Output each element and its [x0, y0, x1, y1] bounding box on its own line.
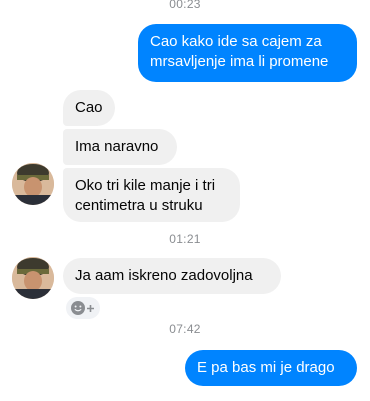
avatar-image	[12, 257, 54, 299]
outgoing-message[interactable]: Cao kako ide sa cajem za mrsavljenje ima…	[138, 24, 357, 82]
message-line: Cao kako ide sa cajem za	[150, 33, 322, 50]
timestamp: 01:21	[169, 232, 201, 246]
avatar-image	[12, 163, 54, 205]
smiley-icon	[71, 301, 85, 315]
timestamp: 07:42	[169, 322, 201, 336]
incoming-message[interactable]: Oko tri kile manje i tri centimetra u st…	[63, 168, 240, 222]
incoming-message[interactable]: Cao	[63, 90, 115, 126]
plus-icon	[87, 304, 94, 312]
message-line: centimetra u struku	[75, 197, 203, 214]
message-line: Cao	[75, 99, 103, 116]
message-line: E pa bas mi je drago	[197, 359, 335, 376]
contact-avatar[interactable]	[12, 163, 54, 205]
timestamp-top: 00:23	[169, 0, 201, 11]
message-line: Ja aam iskreno zadovoljna	[75, 267, 253, 284]
outgoing-message[interactable]: E pa bas mi je drago	[185, 350, 357, 386]
message-line: Ima naravno	[75, 138, 159, 155]
incoming-message[interactable]: Ja aam iskreno zadovoljna	[63, 258, 281, 294]
add-reaction-button[interactable]	[66, 297, 100, 319]
contact-avatar[interactable]	[12, 257, 54, 299]
message-line: mrsavljenje ima li promene	[150, 53, 329, 70]
message-line: Oko tri kile manje i tri	[75, 177, 216, 194]
incoming-message[interactable]: Ima naravno	[63, 129, 177, 165]
